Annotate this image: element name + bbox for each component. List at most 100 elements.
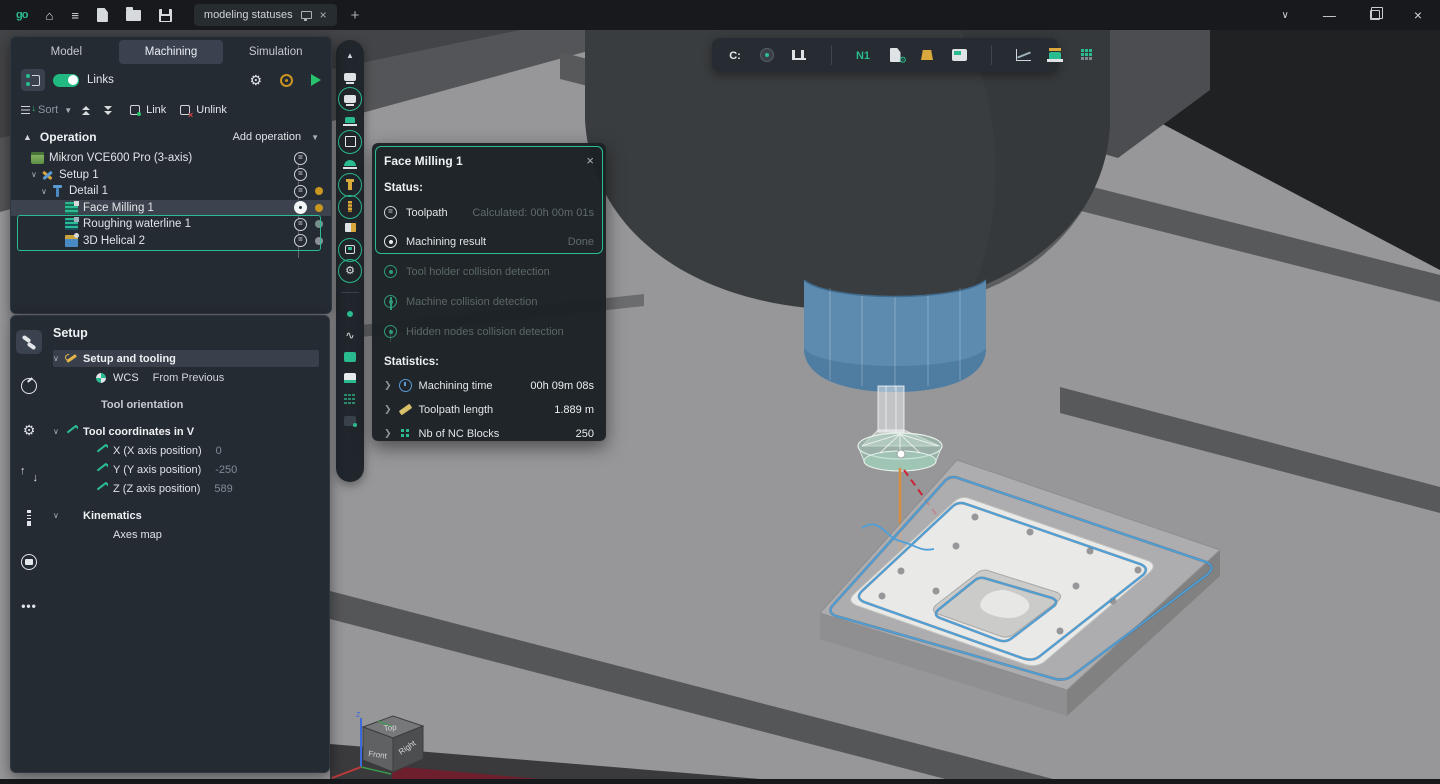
setup-chevron-icon[interactable]: ∨ xyxy=(53,511,65,520)
sort-label[interactable]: Sort xyxy=(38,104,58,116)
graph-icon[interactable] xyxy=(1008,43,1038,67)
unlink-label[interactable]: Unlink xyxy=(196,104,227,116)
collision-detection-row[interactable]: Tool holder collision detection xyxy=(372,265,606,278)
move-down-icon[interactable] xyxy=(104,106,112,115)
status-circle-icon[interactable] xyxy=(294,152,307,165)
panel-tab[interactable]: Model xyxy=(14,40,119,64)
setup-row-value[interactable]: -250 xyxy=(215,464,237,476)
curve-visibility-icon[interactable]: ∿ xyxy=(341,328,359,343)
tool-check-icon[interactable] xyxy=(1040,43,1070,67)
setup-chevron-icon[interactable]: ∨ xyxy=(53,354,65,363)
viewport[interactable]: Top Front Right Z ModelMachiningSimulati… xyxy=(0,30,1440,779)
fixture-visibility-icon[interactable] xyxy=(341,242,359,257)
setup-row[interactable]: ∨ Tool coordinates in V xyxy=(53,423,319,440)
tree-row[interactable]: Mikron VCE600 Pro (3-axis) xyxy=(11,150,331,167)
toolpath-status-row[interactable]: Toolpath Calculated: 00h 00m 01s xyxy=(372,206,606,219)
setup-row-value[interactable]: 589 xyxy=(214,483,232,495)
postprocessor-icon[interactable] xyxy=(880,43,910,67)
setup-blades-icon[interactable] xyxy=(16,330,42,354)
status-circle-icon[interactable] xyxy=(294,201,307,214)
document-tab[interactable]: modeling statuses × xyxy=(194,4,337,26)
new-file-icon[interactable] xyxy=(97,8,108,22)
links-mode-button[interactable] xyxy=(21,69,45,91)
collision-detection-row[interactable]: Machine collision detection xyxy=(372,295,606,308)
move-up-icon[interactable] xyxy=(82,106,90,115)
clamp-visibility-icon[interactable] xyxy=(341,220,359,235)
setup-row[interactable]: Axes map xyxy=(53,526,319,543)
setup-row[interactable]: ∨ Kinematics xyxy=(53,507,319,524)
tree-row[interactable]: ∨ Setup 1 xyxy=(11,167,331,184)
setup-row[interactable]: Z (Z axis position) 589 xyxy=(53,480,319,497)
stock-visibility-icon[interactable] xyxy=(341,134,359,149)
recalculate-icon[interactable] xyxy=(280,74,293,87)
popup-close-icon[interactable]: × xyxy=(586,153,594,168)
machining-result-row[interactable]: Machining result Done xyxy=(372,235,606,248)
save-icon[interactable] xyxy=(159,9,172,22)
add-operation-chevron-icon[interactable]: ▼ xyxy=(311,133,319,142)
minimize-icon[interactable]: — xyxy=(1323,8,1336,23)
nc-program-icon[interactable]: N1 xyxy=(848,43,878,67)
stat-expand-chevron-icon[interactable]: ❯ xyxy=(384,428,392,439)
holder-icon[interactable] xyxy=(16,550,42,574)
tree-chevron-icon[interactable]: ∨ xyxy=(41,187,51,196)
levels-icon[interactable] xyxy=(16,462,42,486)
gauge-icon[interactable] xyxy=(16,374,42,398)
collision-detection-row[interactable]: Hidden nodes collision detection xyxy=(372,325,606,338)
add-operation-button[interactable]: Add operation xyxy=(233,131,302,143)
home-icon[interactable]: ⌂ xyxy=(45,8,53,23)
more-icon[interactable]: ••• xyxy=(16,594,42,618)
setup-row[interactable]: WCS From Previous xyxy=(53,369,319,386)
links-toggle[interactable] xyxy=(53,74,79,87)
restore-icon[interactable] xyxy=(1370,10,1380,20)
tool-visibility-icon[interactable] xyxy=(341,113,359,128)
setup-chevron-icon[interactable]: ∨ xyxy=(53,427,65,436)
sort-icon[interactable] xyxy=(21,106,32,115)
machine-visibility-icon[interactable] xyxy=(341,70,359,85)
tree-chevron-icon[interactable]: ∨ xyxy=(31,170,41,179)
table-grid-icon[interactable] xyxy=(341,392,359,407)
status-circle-icon[interactable] xyxy=(294,168,307,181)
divider[interactable] xyxy=(341,285,359,300)
point-visibility-icon[interactable] xyxy=(341,306,359,321)
nc-blocks-icon[interactable] xyxy=(1072,43,1102,67)
status-circle-icon[interactable] xyxy=(294,234,307,247)
link-label[interactable]: Link xyxy=(146,104,166,116)
run-simulation-icon[interactable] xyxy=(311,74,321,86)
status-circle-icon[interactable] xyxy=(294,185,307,198)
solid-visibility-icon[interactable] xyxy=(341,349,359,364)
viewcube-top-label[interactable]: Top xyxy=(383,723,397,733)
machine-visibility-active-icon[interactable] xyxy=(341,91,359,106)
new-tab-icon[interactable]: + xyxy=(351,7,360,24)
stat-expand-chevron-icon[interactable]: ❯ xyxy=(384,380,392,391)
statistic-row[interactable]: ❯ Nb of NC Blocks 250 xyxy=(372,427,606,440)
collapse-up-icon[interactable]: ▲ xyxy=(341,48,359,63)
tree-row[interactable]: ∨ Detail 1 xyxy=(11,183,331,200)
separator[interactable] xyxy=(976,43,1006,67)
stat-expand-chevron-icon[interactable]: ❯ xyxy=(384,404,392,415)
gear-icon[interactable]: ⚙ xyxy=(16,418,42,442)
statistic-row[interactable]: ❯ Machining time 00h 09m 08s xyxy=(372,379,606,392)
setup-row-value[interactable]: From Previous xyxy=(153,372,225,384)
surface-visibility-icon[interactable] xyxy=(341,371,359,386)
workpiece-visibility-icon[interactable] xyxy=(341,156,359,171)
tape-measure-icon[interactable] xyxy=(752,43,782,67)
close-tab-icon[interactable]: × xyxy=(320,8,327,22)
control-panel-icon[interactable] xyxy=(944,43,974,67)
operation-collapse-icon[interactable]: ▲ xyxy=(23,132,32,142)
setup-row[interactable]: ∨ Setup and tooling xyxy=(53,350,319,367)
panel-tab[interactable]: Machining xyxy=(119,40,224,64)
tree-row[interactable]: Roughing waterline 1 xyxy=(11,216,331,233)
open-file-icon[interactable] xyxy=(126,10,141,21)
chevron-down-icon[interactable]: ∨ xyxy=(1281,10,1288,21)
tree-row[interactable]: 3D Helical 2 xyxy=(11,233,331,250)
setup-row[interactable]: Y (Y axis position) -250 xyxy=(53,461,319,478)
close-window-icon[interactable]: × xyxy=(1414,7,1422,23)
setup-row-value[interactable]: 0 xyxy=(216,445,222,457)
operations-settings-icon[interactable]: ⚙ xyxy=(249,72,262,89)
tree-row[interactable]: Face Milling 1 xyxy=(11,200,331,217)
statistic-row[interactable]: ❯ Toolpath length 1.889 m xyxy=(372,403,606,416)
status-circle-icon[interactable] xyxy=(294,218,307,231)
setup-row[interactable]: X (X axis position) 0 xyxy=(53,442,319,459)
gear-visibility-icon[interactable]: ⚙ xyxy=(341,263,359,278)
tool-icon[interactable] xyxy=(16,506,42,530)
